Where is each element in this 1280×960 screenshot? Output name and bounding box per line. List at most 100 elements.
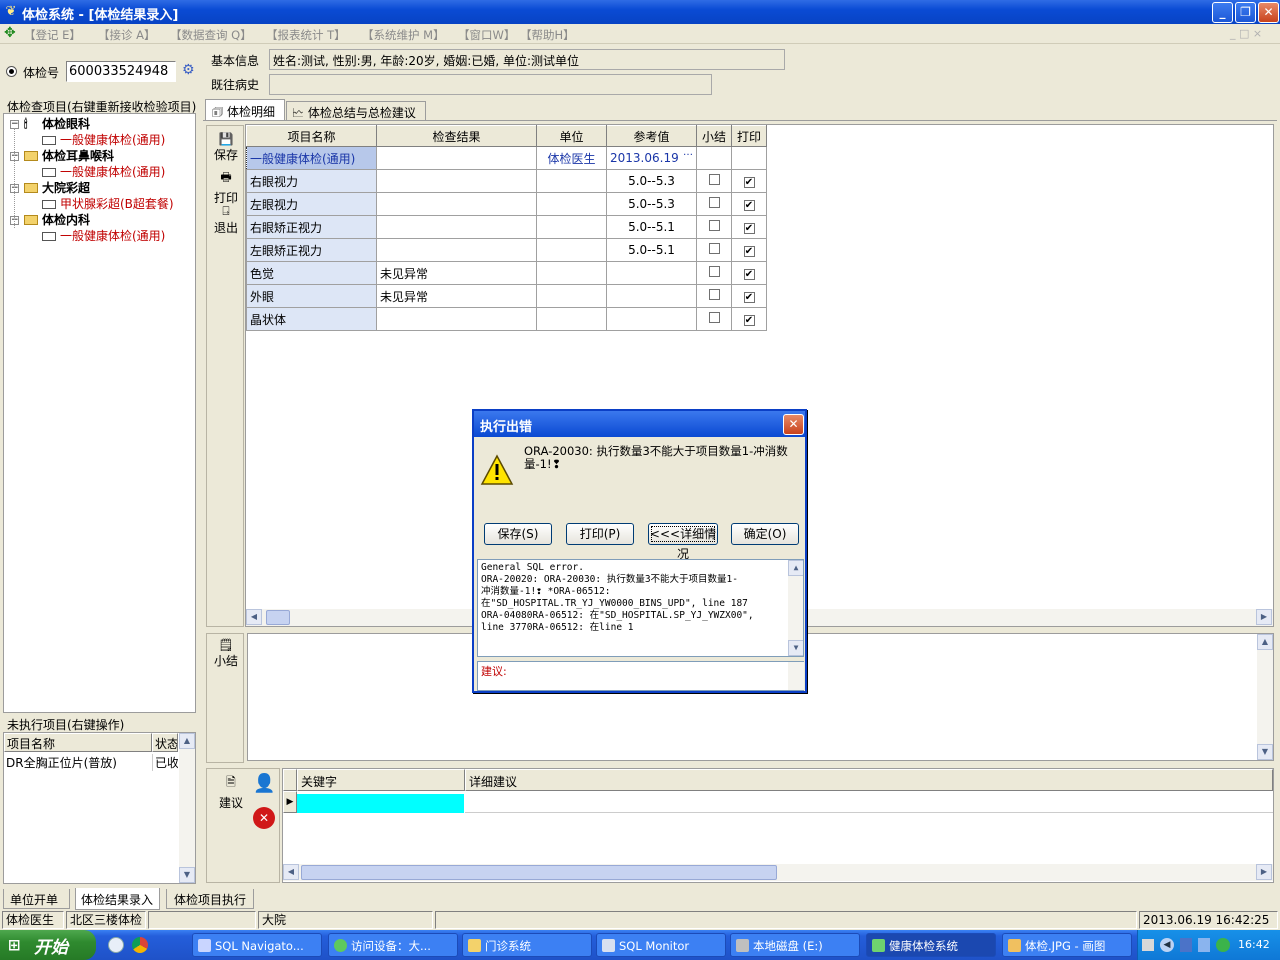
print-checkbox[interactable]: ✔	[743, 315, 755, 326]
pending-col-name[interactable]: 项目名称	[4, 733, 152, 752]
bottom-tab-item-exec[interactable]: 体检项目执行	[166, 889, 254, 909]
print-checkbox[interactable]: ✔	[743, 269, 755, 280]
cell-result[interactable]	[376, 169, 537, 193]
cell-print[interactable]: ✔	[731, 238, 767, 262]
cell-unit[interactable]	[536, 215, 607, 239]
pending-col-status[interactable]: 状态	[152, 733, 178, 752]
col-item-name[interactable]: 项目名称	[246, 125, 377, 147]
scroll-right-arrow[interactable]: ▶	[1256, 864, 1272, 880]
cell-print[interactable]: ✔	[731, 261, 767, 285]
cell-summary[interactable]	[696, 146, 732, 170]
tree-child-internal[interactable]: 一般健康体检(通用)	[42, 228, 165, 244]
col-summary[interactable]: 小结	[696, 125, 732, 147]
cell-print[interactable]: ✔	[731, 192, 767, 216]
scroll-left-arrow[interactable]: ◀	[283, 864, 299, 880]
save-tool[interactable]: 💾 保存	[209, 132, 243, 163]
scroll-right-arrow[interactable]: ▶	[1256, 609, 1272, 625]
task-outpatient[interactable]: 门诊系统	[462, 933, 592, 957]
detail-cell[interactable]	[465, 791, 1273, 813]
delete-icon[interactable]: ✕	[253, 807, 275, 829]
summary-checkbox[interactable]	[708, 289, 720, 300]
cell-result[interactable]	[376, 238, 537, 262]
bottom-tab-unit-order[interactable]: 单位开单	[3, 889, 70, 909]
col-keyword[interactable]: 关键字	[297, 769, 465, 791]
tab-detail[interactable]: 🗊 体检明细	[205, 99, 285, 121]
task-remote-device[interactable]: 访问设备：大...	[328, 933, 458, 957]
tray-arrow-icon[interactable]: ◀	[1160, 938, 1174, 952]
menu-data-query[interactable]: 【数据查询 Q】	[170, 27, 252, 43]
tree-child-ultrasound[interactable]: 甲状腺彩超(B超套餐)	[42, 196, 174, 212]
cell-unit[interactable]	[536, 169, 607, 193]
print-checkbox[interactable]: ✔	[743, 246, 755, 257]
scroll-left-arrow[interactable]: ◀	[246, 609, 262, 625]
chrome-icon[interactable]	[132, 937, 148, 953]
dialog-ok-button[interactable]: 确定(O)	[731, 523, 799, 545]
scroll-thumb[interactable]	[301, 865, 777, 880]
menu-reception[interactable]: 【接诊 A】	[98, 27, 156, 43]
cell-print[interactable]: ✔	[731, 307, 767, 331]
advice-hscrollbar[interactable]: ◀ ▶	[283, 864, 1273, 881]
detail-scrollbar[interactable]: ▲ ▼	[788, 560, 803, 656]
table-row[interactable]: 外眼 未见异常 ✔	[246, 284, 767, 308]
cell-print[interactable]: ✔	[731, 215, 767, 239]
cell-reference[interactable]: 5.0--5.3	[606, 192, 697, 216]
print-checkbox[interactable]: ✔	[743, 177, 755, 188]
cell-unit[interactable]	[536, 192, 607, 216]
cell-summary[interactable]	[696, 261, 732, 285]
scroll-down-arrow[interactable]: ▼	[1257, 744, 1273, 760]
task-sql-monitor[interactable]: SQL Monitor	[596, 933, 726, 957]
subtotal-tool[interactable]: 🗒 小结	[209, 638, 243, 669]
cell-result[interactable]: 未见异常	[376, 284, 537, 308]
task-paint[interactable]: 体检.JPG - 画图	[1002, 933, 1132, 957]
col-detail[interactable]: 详细建议	[465, 769, 1273, 791]
cell-reference[interactable]: 5.0--5.1	[606, 238, 697, 262]
exit-tool[interactable]: ⍈ 退出	[209, 204, 243, 236]
print-checkbox[interactable]: ✔	[743, 200, 755, 211]
menu-reports[interactable]: 【报表统计 T】	[266, 27, 346, 43]
cell-item-name[interactable]: 右眼视力	[246, 169, 377, 193]
summary-checkbox[interactable]	[708, 197, 720, 208]
scroll-up-arrow[interactable]: ▲	[1257, 634, 1273, 650]
cell-print[interactable]: ✔	[731, 169, 767, 193]
table-row[interactable]: 色觉 未见异常 ✔	[246, 261, 767, 285]
cell-summary[interactable]	[696, 307, 732, 331]
subtotal-scrollbar[interactable]: ▲ ▼	[1257, 634, 1273, 760]
cell-item-name[interactable]: 左眼矫正视力	[246, 238, 377, 262]
ellipsis-button[interactable]: …	[683, 147, 693, 158]
menu-register[interactable]: 【登记 E】	[24, 27, 81, 43]
menu-system[interactable]: 【系统维护 M】	[362, 27, 445, 43]
table-row[interactable]: 右眼矫正视力 5.0--5.1 ✔	[246, 215, 767, 239]
scroll-down-arrow[interactable]: ▼	[788, 640, 803, 656]
advice-tool[interactable]: 🗎 建议	[209, 773, 253, 811]
ie-icon[interactable]	[108, 937, 124, 953]
cell-unit[interactable]	[536, 284, 607, 308]
scroll-up-arrow[interactable]: ▲	[788, 560, 803, 576]
tree-node-internal[interactable]: 体检内科	[24, 212, 90, 228]
col-print[interactable]: 打印	[731, 125, 767, 147]
cell-result[interactable]	[376, 146, 537, 170]
cell-result[interactable]: 未见异常	[376, 261, 537, 285]
keyboard-icon[interactable]	[1142, 939, 1154, 951]
col-reference[interactable]: 参考值	[606, 125, 697, 147]
dialog-detail-text[interactable]: General SQL error. ORA-20020: ORA-20030:…	[477, 559, 804, 657]
table-row[interactable]: 左眼视力 5.0--5.3 ✔	[246, 192, 767, 216]
summary-checkbox[interactable]	[708, 220, 720, 231]
scroll-up-arrow[interactable]: ▲	[179, 733, 195, 749]
advice-scrollbar[interactable]	[788, 662, 804, 690]
cell-unit[interactable]	[536, 238, 607, 262]
history-field[interactable]	[269, 74, 712, 95]
tree-node-ultrasound[interactable]: 大院彩超	[24, 180, 90, 196]
cell-summary[interactable]	[696, 215, 732, 239]
print-checkbox[interactable]: ✔	[743, 292, 755, 303]
cell-unit[interactable]: 体检医生	[536, 146, 607, 170]
cell-reference[interactable]	[606, 307, 697, 331]
cell-summary[interactable]	[696, 284, 732, 308]
col-result[interactable]: 检查结果	[376, 125, 537, 147]
table-row[interactable]: 左眼矫正视力 5.0--5.1 ✔	[246, 238, 767, 262]
task-local-disk[interactable]: 本地磁盘 (E:)	[730, 933, 860, 957]
cell-result[interactable]	[376, 215, 537, 239]
cell-summary[interactable]	[696, 169, 732, 193]
network-icon[interactable]	[1180, 938, 1192, 952]
dialog-print-button[interactable]: 打印(P)	[566, 523, 634, 545]
scroll-thumb[interactable]	[266, 610, 290, 625]
